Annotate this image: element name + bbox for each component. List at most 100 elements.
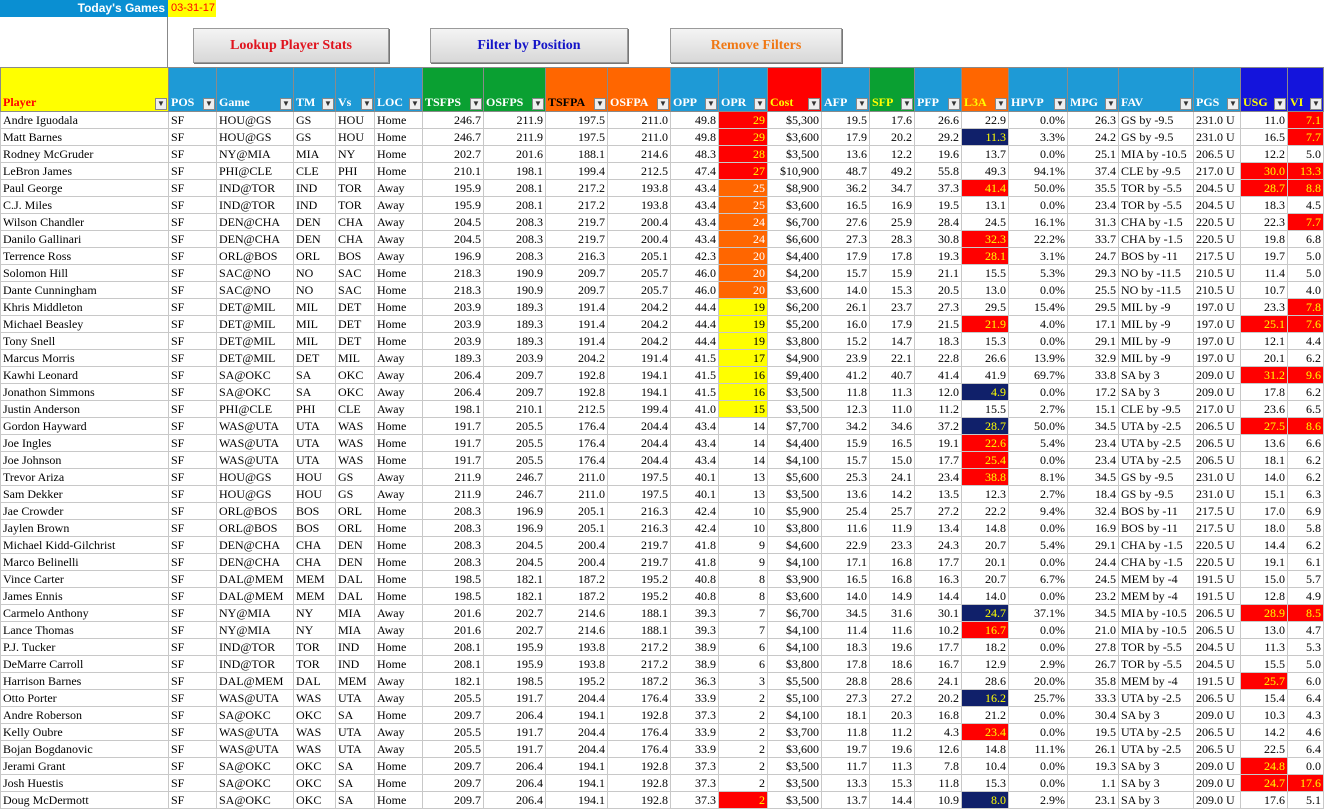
cell-tsfpa[interactable]: 205.1 — [545, 502, 608, 520]
cell-hpvp[interactable]: 50.0% — [1008, 417, 1068, 435]
cell-opr[interactable]: 2 — [718, 791, 768, 809]
cell-cost[interactable]: $3,800 — [767, 655, 822, 673]
cell-usg[interactable]: 31.2 — [1240, 366, 1288, 384]
cell-opr[interactable]: 16 — [718, 383, 768, 401]
cell-sfp[interactable]: 22.1 — [869, 349, 915, 367]
cell-l3a[interactable]: 41.9 — [961, 366, 1009, 384]
cell-game[interactable]: HOU@GS — [216, 468, 294, 486]
cell-loc[interactable]: Away — [374, 196, 423, 214]
cell-vs[interactable]: GS — [335, 468, 375, 486]
cell-afp[interactable]: 16.5 — [821, 196, 870, 214]
cell-tm[interactable]: UTA — [293, 417, 336, 435]
cell-loc[interactable]: Home — [374, 451, 423, 469]
cell-opp[interactable]: 40.1 — [670, 485, 719, 503]
cell-tm[interactable]: WAS — [293, 740, 336, 758]
cell-osfps[interactable]: 195.9 — [483, 655, 546, 673]
cell-tm[interactable]: WAS — [293, 689, 336, 707]
cell-opr[interactable]: 2 — [718, 740, 768, 758]
cell-vs[interactable]: GS — [335, 485, 375, 503]
filter-dropdown-icon[interactable]: ▼ — [409, 98, 421, 110]
cell-sfp[interactable]: 16.5 — [869, 434, 915, 452]
cell-pgs[interactable]: 209.0 U — [1193, 774, 1241, 792]
cell-game[interactable]: WAS@UTA — [216, 740, 294, 758]
cell-mpg[interactable]: 35.8 — [1067, 672, 1119, 690]
cell-vi[interactable]: 6.2 — [1287, 349, 1324, 367]
cell-cost[interactable]: $5,100 — [767, 689, 822, 707]
cell-hpvp[interactable]: 0.0% — [1008, 553, 1068, 571]
cell-afp[interactable]: 34.2 — [821, 417, 870, 435]
cell-hpvp[interactable]: 2.9% — [1008, 791, 1068, 809]
cell-hpvp[interactable]: 4.0% — [1008, 315, 1068, 333]
cell-tm[interactable]: OKC — [293, 791, 336, 809]
cell-mpg[interactable]: 26.1 — [1067, 740, 1119, 758]
cell-opr[interactable]: 2 — [718, 706, 768, 724]
cell-tsfps[interactable]: 205.5 — [422, 723, 484, 741]
cell-hpvp[interactable]: 22.2% — [1008, 230, 1068, 248]
cell-afp[interactable]: 15.2 — [821, 332, 870, 350]
cell-tsfpa[interactable]: 194.1 — [545, 774, 608, 792]
cell-pos[interactable]: SF — [168, 366, 217, 384]
lookup-player-stats-button[interactable]: Lookup Player Stats — [193, 28, 389, 63]
cell-pfp[interactable]: 22.8 — [914, 349, 962, 367]
cell-osfps[interactable]: 211.9 — [483, 111, 546, 129]
cell-pos[interactable]: SF — [168, 553, 217, 571]
cell-loc[interactable]: Home — [374, 332, 423, 350]
cell-usg[interactable]: 28.7 — [1240, 179, 1288, 197]
cell-tsfps[interactable]: 189.3 — [422, 349, 484, 367]
cell-pfp[interactable]: 17.7 — [914, 553, 962, 571]
cell-pgs[interactable]: 209.0 U — [1193, 706, 1241, 724]
cell-vi[interactable]: 6.5 — [1287, 400, 1324, 418]
cell-l3a[interactable]: 15.5 — [961, 400, 1009, 418]
cell-osfps[interactable]: 191.7 — [483, 740, 546, 758]
cell-loc[interactable]: Home — [374, 757, 423, 775]
cell-osfpa[interactable]: 205.7 — [607, 264, 671, 282]
cell-loc[interactable]: Home — [374, 587, 423, 605]
cell-pgs[interactable]: 191.5 U — [1193, 587, 1241, 605]
cell-osfpa[interactable]: 216.3 — [607, 519, 671, 537]
cell-tsfps[interactable]: 211.9 — [422, 485, 484, 503]
cell-loc[interactable]: Away — [374, 740, 423, 758]
cell-afp[interactable]: 11.6 — [821, 519, 870, 537]
cell-cost[interactable]: $4,400 — [767, 434, 822, 452]
cell-cost[interactable]: $3,500 — [767, 774, 822, 792]
cell-player[interactable]: Joe Johnson — [0, 451, 169, 469]
cell-vi[interactable]: 8.5 — [1287, 604, 1324, 622]
cell-osfps[interactable]: 189.3 — [483, 332, 546, 350]
column-header-pos[interactable]: POS ▼ — [168, 67, 217, 112]
cell-osfpa[interactable]: 205.7 — [607, 281, 671, 299]
cell-pgs[interactable]: 206.5 U — [1193, 434, 1241, 452]
cell-pos[interactable]: SF — [168, 502, 217, 520]
cell-afp[interactable]: 17.8 — [821, 655, 870, 673]
cell-opr[interactable]: 29 — [718, 111, 768, 129]
cell-osfps[interactable]: 205.5 — [483, 451, 546, 469]
cell-l3a[interactable]: 16.7 — [961, 621, 1009, 639]
cell-mpg[interactable]: 15.1 — [1067, 400, 1119, 418]
filter-dropdown-icon[interactable]: ▼ — [470, 98, 482, 110]
cell-tm[interactable]: MIL — [293, 298, 336, 316]
cell-cost[interactable]: $4,100 — [767, 706, 822, 724]
cell-tm[interactable]: MIL — [293, 332, 336, 350]
cell-hpvp[interactable]: 0.0% — [1008, 519, 1068, 537]
cell-pfp[interactable]: 10.9 — [914, 791, 962, 809]
cell-tm[interactable]: GS — [293, 128, 336, 146]
cell-osfps[interactable]: 210.1 — [483, 400, 546, 418]
cell-fav[interactable]: TOR by -5.5 — [1118, 179, 1194, 197]
cell-fav[interactable]: MIA by -10.5 — [1118, 145, 1194, 163]
cell-vi[interactable]: 4.7 — [1287, 621, 1324, 639]
cell-tsfps[interactable]: 210.1 — [422, 162, 484, 180]
cell-player[interactable]: Solomon Hill — [0, 264, 169, 282]
cell-opp[interactable]: 33.9 — [670, 723, 719, 741]
cell-loc[interactable]: Away — [374, 247, 423, 265]
cell-tm[interactable]: SA — [293, 383, 336, 401]
cell-cost[interactable]: $3,600 — [767, 196, 822, 214]
cell-loc[interactable]: Away — [374, 179, 423, 197]
cell-sfp[interactable]: 31.6 — [869, 604, 915, 622]
cell-osfpa[interactable]: 200.4 — [607, 213, 671, 231]
cell-opr[interactable]: 14 — [718, 451, 768, 469]
cell-tm[interactable]: WAS — [293, 723, 336, 741]
cell-l3a[interactable]: 12.3 — [961, 485, 1009, 503]
cell-mpg[interactable]: 24.7 — [1067, 247, 1119, 265]
cell-opp[interactable]: 38.9 — [670, 655, 719, 673]
cell-afp[interactable]: 26.1 — [821, 298, 870, 316]
cell-game[interactable]: PHI@CLE — [216, 162, 294, 180]
